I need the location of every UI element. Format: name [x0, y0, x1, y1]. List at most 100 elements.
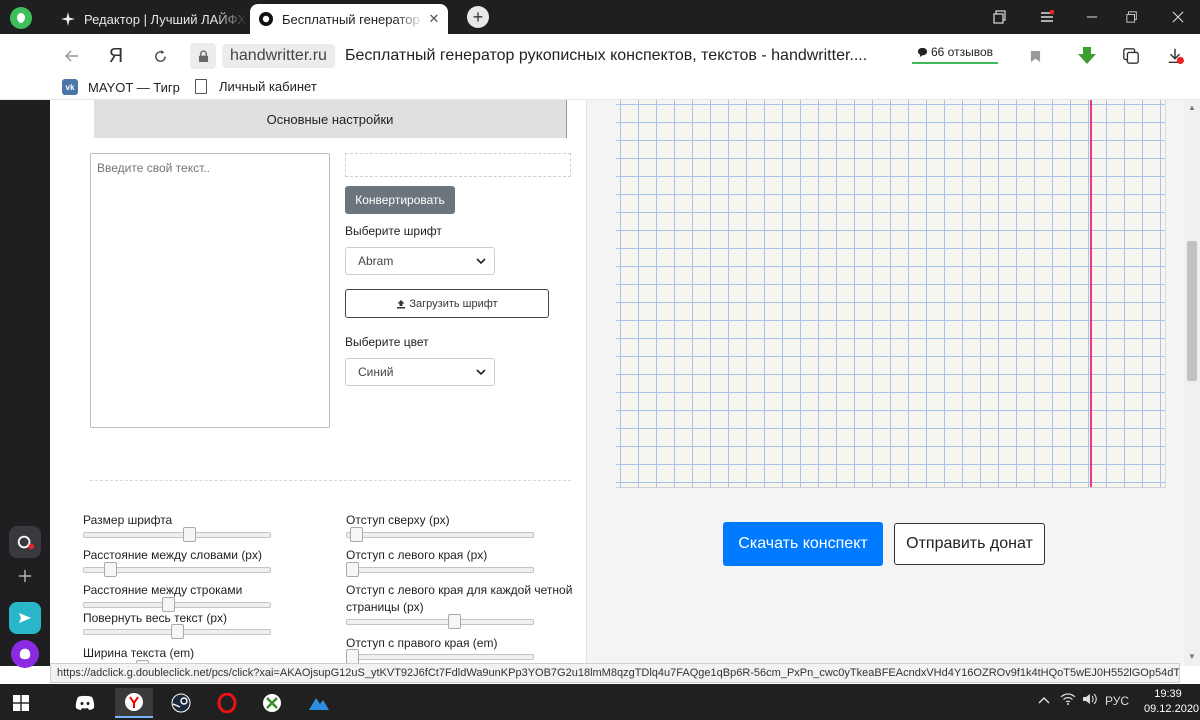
menu-icon[interactable] [1035, 6, 1059, 28]
chevron-up-icon[interactable] [1038, 693, 1050, 707]
tab-handwritter[interactable]: Бесплатный генератор рукописных конспект… [250, 4, 448, 34]
bookmark-label: MAYOT — Тигр [88, 79, 180, 95]
right-margin-slider[interactable] [346, 649, 534, 664]
preview-panel: Скачать конспект Отправить донат [587, 100, 1184, 666]
page-scrollbar[interactable]: ▲ ▼ [1184, 100, 1200, 666]
upload-icon [397, 299, 406, 308]
color-select-value: Синий [358, 365, 394, 379]
upload-font-button[interactable]: Загрузить шрифт [345, 289, 549, 318]
notebook-page-preview [616, 100, 1166, 488]
send-donation-button[interactable]: Отправить донат [894, 523, 1045, 565]
drop-zone[interactable] [345, 153, 571, 177]
section-divider [90, 480, 571, 481]
chevron-down-icon [476, 369, 486, 376]
settings-header[interactable]: Основные настройки [94, 100, 567, 138]
left-margin-slider[interactable] [346, 562, 534, 577]
tab-title: Бесплатный генератор рукописных конспект… [282, 11, 424, 27]
lock-icon[interactable] [190, 43, 216, 69]
slider-label: Размер шрифта [83, 513, 173, 527]
slider-thumb[interactable] [346, 649, 359, 664]
reviews-count: 66 отзывов [930, 45, 993, 59]
launcher-icon[interactable] [300, 688, 338, 718]
back-arrow-icon[interactable] [60, 44, 84, 68]
line-spacing-slider[interactable] [83, 597, 271, 612]
browser-tab-bar: Редактор | Лучший ЛАЙФХАК Бесплатный ген… [0, 0, 1200, 34]
vk-icon: vk [62, 79, 78, 95]
bookmark-icon[interactable] [1024, 45, 1046, 67]
status-url: https://adclick.g.doubleclick.net/pcs/cl… [50, 663, 1180, 683]
bookmark-mayot[interactable]: vk MAYOT — Тигр [62, 79, 180, 95]
site-favicon-icon [258, 11, 274, 27]
messenger-icon[interactable] [9, 602, 41, 634]
xbox-icon[interactable] [253, 688, 291, 718]
word-spacing-slider[interactable] [83, 562, 271, 577]
tabs-overview-icon[interactable] [988, 6, 1012, 28]
slider-thumb[interactable] [350, 527, 363, 542]
slider-thumb[interactable] [183, 527, 196, 542]
font-select[interactable]: Abram [345, 247, 495, 275]
font-select-value: Abram [358, 254, 394, 268]
steam-icon[interactable] [162, 688, 200, 718]
reviews-badge[interactable]: 66 отзывов [912, 42, 998, 64]
yandex-browser-taskbar-icon[interactable] [115, 688, 153, 718]
comment-icon [917, 47, 928, 57]
discord-icon[interactable] [66, 688, 104, 718]
taskbar: РУС 19:39 09.12.2020 [0, 684, 1200, 720]
color-select[interactable]: Синий [345, 358, 495, 386]
yandex-logo[interactable]: Я [104, 44, 128, 68]
slider-label: Отступ с правого края (em) [346, 636, 498, 650]
collections-icon[interactable] [1120, 45, 1142, 67]
close-tab-icon[interactable]: ✕ [424, 11, 444, 27]
slider-thumb[interactable] [104, 562, 117, 577]
volume-icon[interactable] [1082, 693, 1098, 708]
windows-start-icon[interactable] [2, 688, 40, 718]
download-notes-button[interactable]: Скачать конспект [723, 522, 883, 566]
wifi-icon[interactable] [1060, 693, 1076, 708]
add-panel-icon[interactable] [9, 560, 41, 592]
downloads-icon[interactable] [1164, 45, 1186, 67]
browser-sidebar [0, 100, 50, 668]
minimize-icon[interactable] [1080, 6, 1104, 28]
clock-time: 19:39 [1154, 688, 1182, 700]
slider-label: Повернуть весь текст (px) [83, 611, 228, 625]
opera-icon[interactable] [208, 688, 246, 718]
scrollbar-thumb[interactable] [1187, 241, 1197, 381]
font-size-slider[interactable] [83, 527, 271, 542]
bookmark-label: Личный кабинет [219, 79, 317, 94]
tab-title: Редактор | Лучший ЛАЙФХАК [84, 11, 248, 27]
rotate-text-slider[interactable] [83, 624, 271, 639]
chevron-down-icon [476, 258, 486, 265]
convert-button[interactable]: Конвертировать [345, 186, 455, 214]
download-extension-icon[interactable] [1076, 45, 1098, 67]
text-input[interactable] [90, 153, 330, 428]
close-window-icon[interactable] [1166, 6, 1190, 28]
bookmark-personal-account[interactable]: Личный кабинет [195, 79, 317, 94]
browser-menu-icon[interactable] [10, 7, 32, 29]
top-margin-slider[interactable] [346, 527, 534, 542]
slider-thumb[interactable] [448, 614, 461, 629]
address-bar: Я handwritter.ru Бесплатный генератор ру… [0, 34, 1200, 76]
reload-icon[interactable] [148, 44, 172, 68]
color-label: Выберите цвет [345, 335, 429, 349]
scroll-up-icon[interactable]: ▲ [1187, 103, 1197, 113]
font-label: Выберите шрифт [345, 224, 442, 238]
document-icon [195, 79, 207, 94]
even-page-left-margin-slider[interactable] [346, 614, 534, 629]
input-language[interactable]: РУС [1105, 694, 1129, 708]
upload-font-label: Загрузить шрифт [409, 297, 498, 310]
alice-icon[interactable] [9, 526, 41, 558]
url-field[interactable]: handwritter.ru Бесплатный генератор руко… [190, 42, 908, 70]
slider-label: Отступ с левого края для каждой четной с… [346, 583, 573, 614]
slider-thumb[interactable] [171, 624, 184, 639]
scroll-down-icon[interactable]: ▼ [1187, 652, 1197, 662]
slider-label: Отступ с левого края (px) [346, 548, 488, 562]
alice-voice-icon[interactable] [11, 640, 39, 668]
tab-editor[interactable]: Редактор | Лучший ЛАЙФХАК [52, 4, 248, 34]
page-content: Основные настройки Конвертировать Выбери… [50, 100, 1184, 666]
clock-date: 09.12.2020 [1144, 703, 1200, 715]
new-tab-button[interactable]: + [467, 6, 489, 28]
restore-icon[interactable] [1120, 6, 1144, 28]
slider-thumb[interactable] [346, 562, 359, 577]
url-domain: handwritter.ru [222, 44, 335, 68]
system-clock[interactable]: 19:39 09.12.2020 [1144, 687, 1200, 717]
